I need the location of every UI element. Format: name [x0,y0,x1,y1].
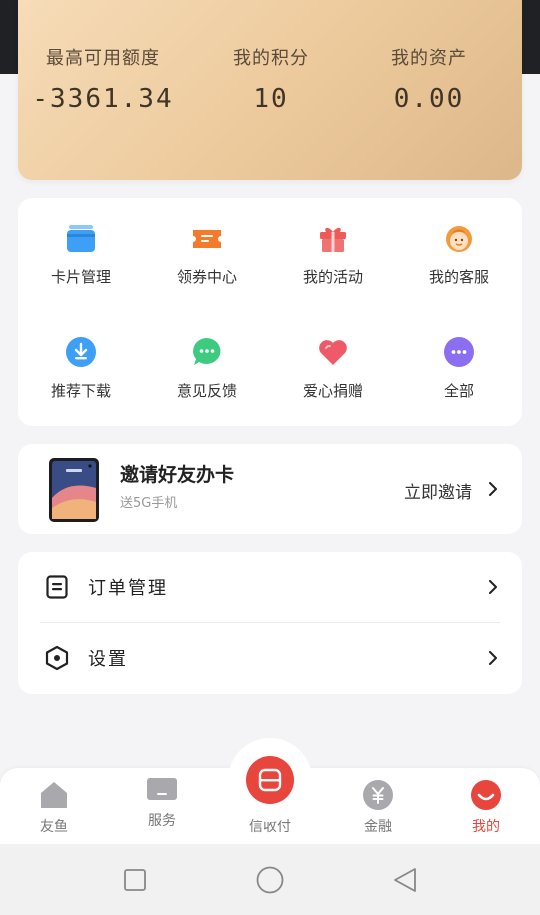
grid-item-label: 卡片管理 [50,268,111,286]
grid-item-recommend-download[interactable]: 推荐下载 [18,312,144,422]
grid-item-label: 推荐下载 [50,382,111,400]
menu-item-label: 设置 [88,649,128,670]
tab-label: 我的 [472,819,500,835]
invite-title: 邀请好友办卡 [120,464,235,486]
more-dots-icon [444,337,474,367]
grid-item-label: 意见反馈 [176,382,237,400]
scan-pay-icon [258,768,282,792]
settings-hexagon-icon [45,645,69,671]
menu-item-label: 订单管理 [88,578,168,599]
tab-label: 金融 [364,819,392,835]
invite-friend-banner[interactable]: 邀请好友办卡 送5G手机 立即邀请 [18,444,522,534]
chevron-right-icon [489,482,497,496]
invite-now-link[interactable]: 立即邀请 [404,478,472,503]
grid-item-all[interactable]: 全部 [396,312,522,422]
invite-subtitle: 送5G手机 [120,496,178,511]
feedback-chat-icon [193,338,221,365]
grid-item-label: 全部 [443,382,474,400]
back-triangle-icon[interactable] [391,866,419,894]
recent-apps-icon[interactable] [123,868,147,892]
tab-finance[interactable]: 金融 [333,768,423,844]
points-value: 10 [253,84,289,114]
yuan-coin-icon [363,780,393,810]
heart-icon [319,340,347,365]
grid-item-card-management[interactable]: 卡片管理 [18,198,144,308]
grid-item-charity-donation[interactable]: 爱心捐赠 [270,312,396,422]
system-navigation-bar [0,844,540,915]
gift-icon [320,227,346,252]
home-circle-icon[interactable] [256,866,284,894]
service-card-icon [147,778,177,800]
points-label: 我的积分 [233,48,309,69]
phone-promo-image [49,458,99,522]
tab-mine[interactable]: 我的 [441,768,531,844]
menu-item-order-management[interactable]: 订单管理 [18,552,522,623]
grid-item-label: 爱心捐赠 [302,382,363,400]
settings-menu-list: 订单管理 设置 [18,552,522,694]
menu-item-settings[interactable]: 设置 [18,623,522,694]
tab-label: 服务 [148,813,176,829]
tab-label: 友鱼 [40,819,68,835]
home-icon [41,782,67,808]
quick-actions-panel: 卡片管理 领券中心 我的活动 我的客服 推荐下载 意见反馈 爱心捐赠 全部 [18,198,522,426]
credit-limit-value: -3361.34 [32,84,174,114]
grid-item-my-activities[interactable]: 我的活动 [270,198,396,308]
tab-service[interactable]: 服务 [117,762,207,838]
grid-item-coupon-center[interactable]: 领券中心 [144,198,270,308]
order-list-icon [46,575,68,599]
grid-item-feedback[interactable]: 意见反馈 [144,312,270,422]
profile-smile-icon [471,780,501,810]
scan-pay-button[interactable] [246,756,294,804]
credit-limit-label: 最高可用额度 [46,48,160,69]
grid-item-label: 我的客服 [428,268,489,286]
assets-label: 我的资产 [391,48,467,69]
grid-item-label: 我的活动 [302,268,363,286]
grid-item-customer-service[interactable]: 我的客服 [396,198,522,308]
coupon-icon [193,230,221,248]
grid-item-label: 领券中心 [176,268,237,286]
account-summary-card: 最高可用额度 -3361.34 我的积分 10 我的资产 0.00 [18,0,522,180]
customer-service-icon [446,226,472,252]
assets-value: 0.00 [393,84,465,114]
card-stack-icon [67,225,95,252]
chevron-right-icon [489,580,497,594]
tab-home[interactable]: 友鱼 [9,768,99,844]
download-icon [66,337,96,367]
chevron-right-icon [489,651,497,665]
